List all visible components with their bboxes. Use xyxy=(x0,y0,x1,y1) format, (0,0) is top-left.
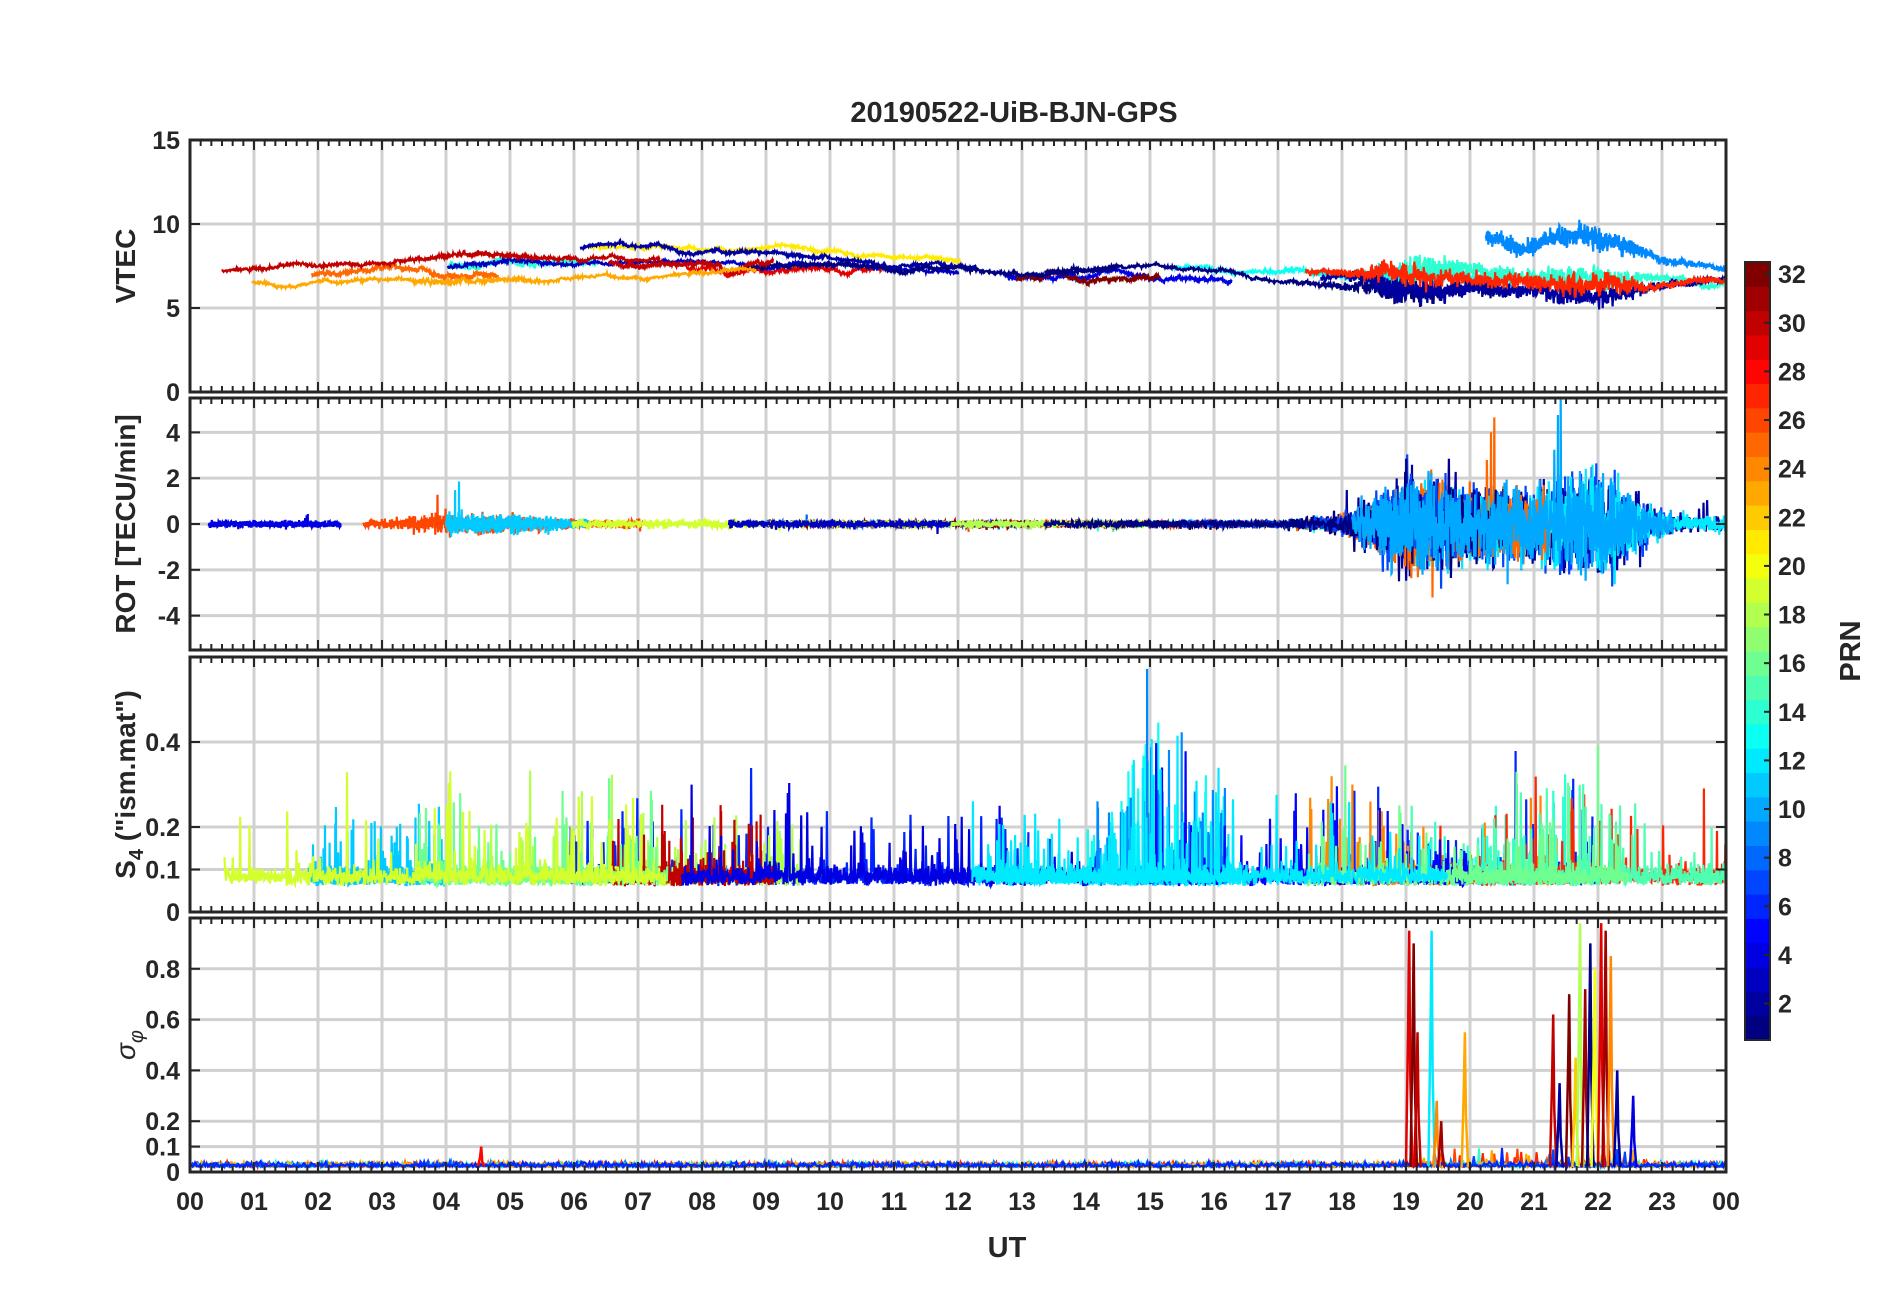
colorbar-segment xyxy=(1745,480,1770,506)
colorbar-tick-label: 32 xyxy=(1778,261,1806,289)
rot-y-tick-label: -2 xyxy=(158,557,180,585)
colorbar-segment xyxy=(1745,918,1770,944)
vtec-y-tick-label: 10 xyxy=(152,211,180,239)
colorbar-segment xyxy=(1745,772,1770,798)
colorbar-tick-label: 2 xyxy=(1778,991,1792,1019)
s4-y-tick-label: 0.2 xyxy=(145,814,180,842)
x-tick-label: 22 xyxy=(1584,1188,1612,1216)
rot-y-tick-label: 0 xyxy=(166,511,180,539)
colorbar-label: PRN xyxy=(1835,620,1867,681)
x-tick-label: 23 xyxy=(1648,1188,1676,1216)
x-tick-label: 12 xyxy=(944,1188,972,1216)
colorbar-segment xyxy=(1745,821,1770,846)
colorbar-tick-label: 30 xyxy=(1778,310,1806,338)
colorbar-tick-label: 10 xyxy=(1778,796,1806,824)
x-tick-label: 08 xyxy=(688,1188,716,1216)
colorbar-tick-label: 16 xyxy=(1778,650,1806,678)
s4-y-tick-label: 0.1 xyxy=(145,857,180,885)
x-tick-label: 13 xyxy=(1008,1188,1036,1216)
colorbar-tick-label: 8 xyxy=(1778,845,1792,873)
x-tick-label: 11 xyxy=(881,1188,908,1216)
colorbar-tick-label: 24 xyxy=(1778,456,1806,484)
x-tick-label: 16 xyxy=(1200,1188,1228,1216)
x-tick-label: 10 xyxy=(816,1188,844,1216)
colorbar-segment xyxy=(1745,675,1770,701)
x-tick-label: 07 xyxy=(624,1188,652,1216)
x-tick-label: 14 xyxy=(1072,1188,1100,1216)
colorbar-tick-label: 20 xyxy=(1778,553,1806,581)
colorbar-segment xyxy=(1745,334,1770,360)
x-tick-label: 02 xyxy=(304,1188,332,1216)
x-tick-label: 20 xyxy=(1456,1188,1484,1216)
s4-y-tick-label: 0 xyxy=(166,899,180,927)
colorbar-tick-label: 4 xyxy=(1778,942,1792,970)
colorbar-segment xyxy=(1745,723,1770,749)
colorbar-segment xyxy=(1745,578,1770,603)
x-tick-label: 00 xyxy=(176,1188,204,1216)
vtec-y-tick-label: 0 xyxy=(166,379,180,407)
x-tick-label: 21 xyxy=(1520,1188,1548,1216)
x-tick-label: 01 xyxy=(240,1188,268,1216)
figure: 20190522-UiB-BJN-GPS 051015VTEC-4-2024RO… xyxy=(0,0,1902,1292)
x-tick-label: 09 xyxy=(752,1188,780,1216)
s4-y-tick-label: 0.4 xyxy=(145,729,180,757)
x-tick-label: 04 xyxy=(432,1188,460,1216)
x-tick-label: 06 xyxy=(560,1188,588,1216)
colorbar-tick-label: 22 xyxy=(1778,504,1806,532)
sigma_phi-y-tick-label: 0.8 xyxy=(145,956,180,984)
colorbar-segment xyxy=(1745,383,1770,409)
colorbar-tick-label: 26 xyxy=(1778,407,1806,435)
vtec-y-tick-label: 15 xyxy=(152,127,180,155)
rot-y-axis-label: ROT [TECU/min] xyxy=(110,414,141,633)
colorbar-segment xyxy=(1745,626,1770,652)
x-tick-label: 03 xyxy=(368,1188,396,1216)
rot-y-tick-label: -4 xyxy=(158,603,180,631)
colorbar-tick-label: 6 xyxy=(1778,893,1792,921)
colorbar-segment xyxy=(1745,286,1770,312)
x-tick-label: 19 xyxy=(1392,1188,1420,1216)
x-tick-label: 00 xyxy=(1712,1188,1740,1216)
rot-y-tick-label: 4 xyxy=(166,419,180,447)
x-tick-label: 18 xyxy=(1328,1188,1356,1216)
sigma_phi-y-tick-label: 0.1 xyxy=(145,1134,180,1162)
colorbar-segment xyxy=(1745,1015,1770,1041)
x-tick-label: 15 xyxy=(1136,1188,1164,1216)
colorbar-segment xyxy=(1745,432,1770,457)
x-axis-label: UT xyxy=(988,1232,1027,1264)
colorbar-segment xyxy=(1745,869,1770,895)
colorbar-segment xyxy=(1745,529,1770,555)
rot-y-tick-label: 2 xyxy=(166,465,180,493)
x-tick-label: 17 xyxy=(1264,1188,1292,1216)
chart-title: 20190522-UiB-BJN-GPS xyxy=(850,97,1177,129)
colorbar-tick-label: 18 xyxy=(1778,602,1806,630)
vtec-y-tick-label: 5 xyxy=(166,295,180,323)
sigma_phi-y-tick-label: 0.6 xyxy=(145,1007,180,1035)
colorbar-tick-label: 28 xyxy=(1778,358,1806,386)
vtec-y-axis-label: VTEC xyxy=(110,229,141,304)
colorbar-segment xyxy=(1745,967,1770,992)
sigma_phi-y-tick-label: 0 xyxy=(166,1159,180,1187)
x-tick-label: 05 xyxy=(496,1188,524,1216)
colorbar-tick-label: 12 xyxy=(1778,747,1806,775)
colorbar-tick-label: 14 xyxy=(1778,699,1806,727)
sigma_phi-y-tick-label: 0.4 xyxy=(145,1057,180,1085)
sigma_phi-y-tick-label: 0.2 xyxy=(145,1108,180,1136)
